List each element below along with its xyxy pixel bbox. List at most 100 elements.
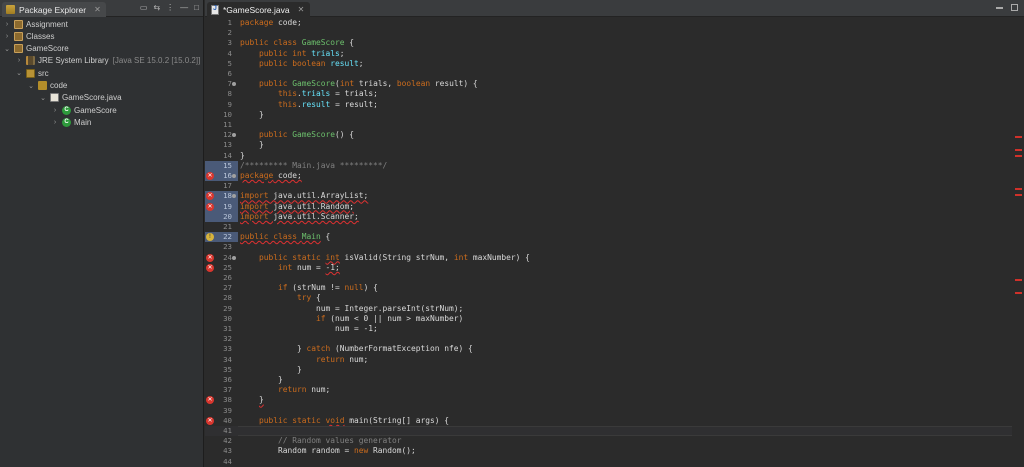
line-gutter[interactable]: 39 [205, 406, 238, 416]
close-icon[interactable]: ✕ [94, 5, 101, 14]
line-gutter[interactable]: 9 [205, 100, 238, 110]
line-gutter[interactable]: 2 [205, 28, 238, 38]
error-marker-icon[interactable]: ✕ [206, 172, 214, 180]
line-gutter[interactable]: 21 [205, 222, 238, 232]
package-explorer-tab[interactable]: Package Explorer ✕ [2, 2, 106, 17]
chevron-down-icon[interactable]: ⌄ [3, 45, 11, 53]
tree-item[interactable]: › C Main [51, 116, 91, 128]
line-gutter[interactable]: 34 [205, 355, 238, 365]
maximize-icon[interactable] [1011, 4, 1018, 11]
line-gutter[interactable]: 15 [205, 160, 238, 171]
line-gutter[interactable]: 10 [205, 110, 238, 120]
line-gutter[interactable]: 41 [205, 426, 238, 436]
code-line[interactable]: 12 public GameScore() { [205, 130, 1012, 140]
code-line[interactable]: 7 public GameScore(int trials, boolean r… [205, 79, 1012, 89]
chevron-right-icon[interactable]: › [3, 21, 11, 28]
editor-tab-gamescore[interactable]: *GameScore.java ✕ [207, 2, 311, 17]
code-line[interactable]: 9 this.result = result; [205, 100, 1012, 110]
code-line[interactable]: 15 /********* Main.java *********/ [205, 160, 1012, 171]
code-line[interactable]: 8 this.trials = trials; [205, 89, 1012, 99]
close-icon[interactable]: ✕ [298, 5, 305, 14]
chevron-down-icon[interactable]: ⌄ [27, 82, 35, 90]
tree-item[interactable]: ⌄ src [15, 67, 49, 79]
line-gutter[interactable]: 20 [205, 211, 238, 222]
error-marker-icon[interactable]: ✕ [206, 202, 214, 211]
code-line[interactable]: 42 // Random values generator [205, 436, 1012, 446]
code-line[interactable]: 33 } catch (NumberFormatException nfe) { [205, 344, 1012, 354]
line-gutter[interactable]: 43 [205, 446, 238, 456]
chevron-right-icon[interactable]: › [51, 107, 59, 114]
line-gutter[interactable]: 27 [205, 283, 238, 293]
code-line[interactable]: 4 public int trials; [205, 49, 1012, 59]
code-line[interactable]: 23 [205, 242, 1012, 252]
line-gutter[interactable]: 13 [205, 140, 238, 150]
code-line[interactable]: 32 [205, 334, 1012, 344]
line-gutter[interactable]: 8 [205, 89, 238, 99]
code-line[interactable]: 35 } [205, 365, 1012, 375]
chevron-down-icon[interactable]: ⌄ [39, 94, 47, 102]
line-gutter[interactable]: 19 ✕ [205, 201, 238, 212]
fold-toggle-icon[interactable] [232, 82, 236, 87]
code-line[interactable]: 6 [205, 69, 1012, 79]
code-line[interactable]: 1 package code; [205, 18, 1012, 28]
ruler-error-marker[interactable] [1015, 291, 1022, 294]
code-line[interactable]: 25 ✕ int num = -1; [205, 263, 1012, 273]
code-line[interactable]: 3 public class GameScore { [205, 38, 1012, 48]
tree-item[interactable]: › Assignment [3, 18, 68, 30]
line-gutter[interactable]: 14 [205, 151, 238, 161]
code-line[interactable]: 5 public boolean result; [205, 59, 1012, 69]
tree-item[interactable]: › C GameScore [51, 104, 117, 116]
code-line[interactable]: 28 try { [205, 293, 1012, 303]
ruler-error-marker[interactable] [1015, 278, 1022, 281]
code-line[interactable]: 2 [205, 28, 1012, 38]
ruler-error-marker[interactable] [1015, 155, 1022, 157]
line-gutter[interactable]: 4 [205, 49, 238, 59]
code-line[interactable]: 26 [205, 273, 1012, 283]
line-gutter[interactable]: 28 [205, 293, 238, 303]
code-line[interactable]: 30 if (num < 0 || num > maxNumber) [205, 314, 1012, 324]
code-line[interactable]: 20 import java.util.Scanner; [205, 211, 1012, 222]
line-gutter[interactable]: 7 [205, 79, 238, 89]
line-gutter[interactable]: 1 [205, 18, 238, 28]
line-gutter[interactable]: 22! [205, 232, 238, 243]
code-line[interactable]: 21 [205, 222, 1012, 232]
code-line[interactable]: 44 [205, 457, 1012, 467]
chevron-right-icon[interactable]: › [15, 57, 23, 64]
error-marker-icon[interactable]: ✕ [206, 416, 214, 425]
code-line[interactable]: 41 [205, 426, 1012, 437]
line-gutter[interactable]: 30 [205, 314, 238, 324]
line-gutter[interactable]: 40 ✕ [205, 416, 238, 426]
line-gutter[interactable]: 18 ✕ [205, 191, 238, 202]
tree-item[interactable]: › Classes [3, 30, 54, 42]
code-line[interactable]: 43 Random random = new Random(); [205, 446, 1012, 456]
line-gutter[interactable]: 32 [205, 334, 238, 344]
line-gutter[interactable]: 24 ✕ [205, 253, 238, 263]
view-menu-icon[interactable]: ⋮ [166, 3, 174, 13]
chevron-down-icon[interactable]: ⌄ [15, 69, 23, 77]
line-gutter[interactable]: 33 [205, 344, 238, 354]
fold-toggle-icon[interactable] [232, 255, 236, 260]
tree-item[interactable]: › JRE System Library [Java SE 15.0.2 [15.0… [15, 55, 200, 67]
ruler-error-marker[interactable] [1015, 187, 1022, 190]
ruler-error-marker[interactable] [1015, 148, 1022, 151]
minimize-icon[interactable] [996, 7, 1003, 9]
line-gutter[interactable]: 25 ✕ [205, 263, 238, 273]
line-gutter[interactable]: 16 ✕ [205, 171, 238, 182]
ruler-error-marker[interactable] [1015, 194, 1022, 196]
tree-item[interactable]: ⌄ code [27, 80, 67, 92]
code-line[interactable]: 34 return num; [205, 355, 1012, 365]
code-line[interactable]: 29 num = Integer.parseInt(strNum); [205, 304, 1012, 314]
line-gutter[interactable]: 12 [205, 130, 238, 140]
line-gutter[interactable]: 26 [205, 273, 238, 283]
tree-item[interactable]: ⌄ GameScore [3, 43, 69, 55]
code-line[interactable]: 38 ✕ } [205, 395, 1012, 405]
code-line[interactable]: 17 [205, 181, 1012, 191]
collapse-all-icon[interactable]: ▭ [140, 3, 148, 13]
code-area[interactable]: 1 package code; 2 3 public class GameScore {… [205, 18, 1024, 467]
line-gutter[interactable]: 36 [205, 375, 238, 385]
code-line[interactable]: 40 ✕ public static void main(String[] arg… [205, 416, 1012, 426]
line-gutter[interactable]: 37 [205, 385, 238, 395]
code-line[interactable]: 18 ✕ import java.util.ArrayList; [205, 191, 1012, 202]
line-gutter[interactable]: 6 [205, 69, 238, 79]
code-line[interactable]: 37 return num; [205, 385, 1012, 395]
